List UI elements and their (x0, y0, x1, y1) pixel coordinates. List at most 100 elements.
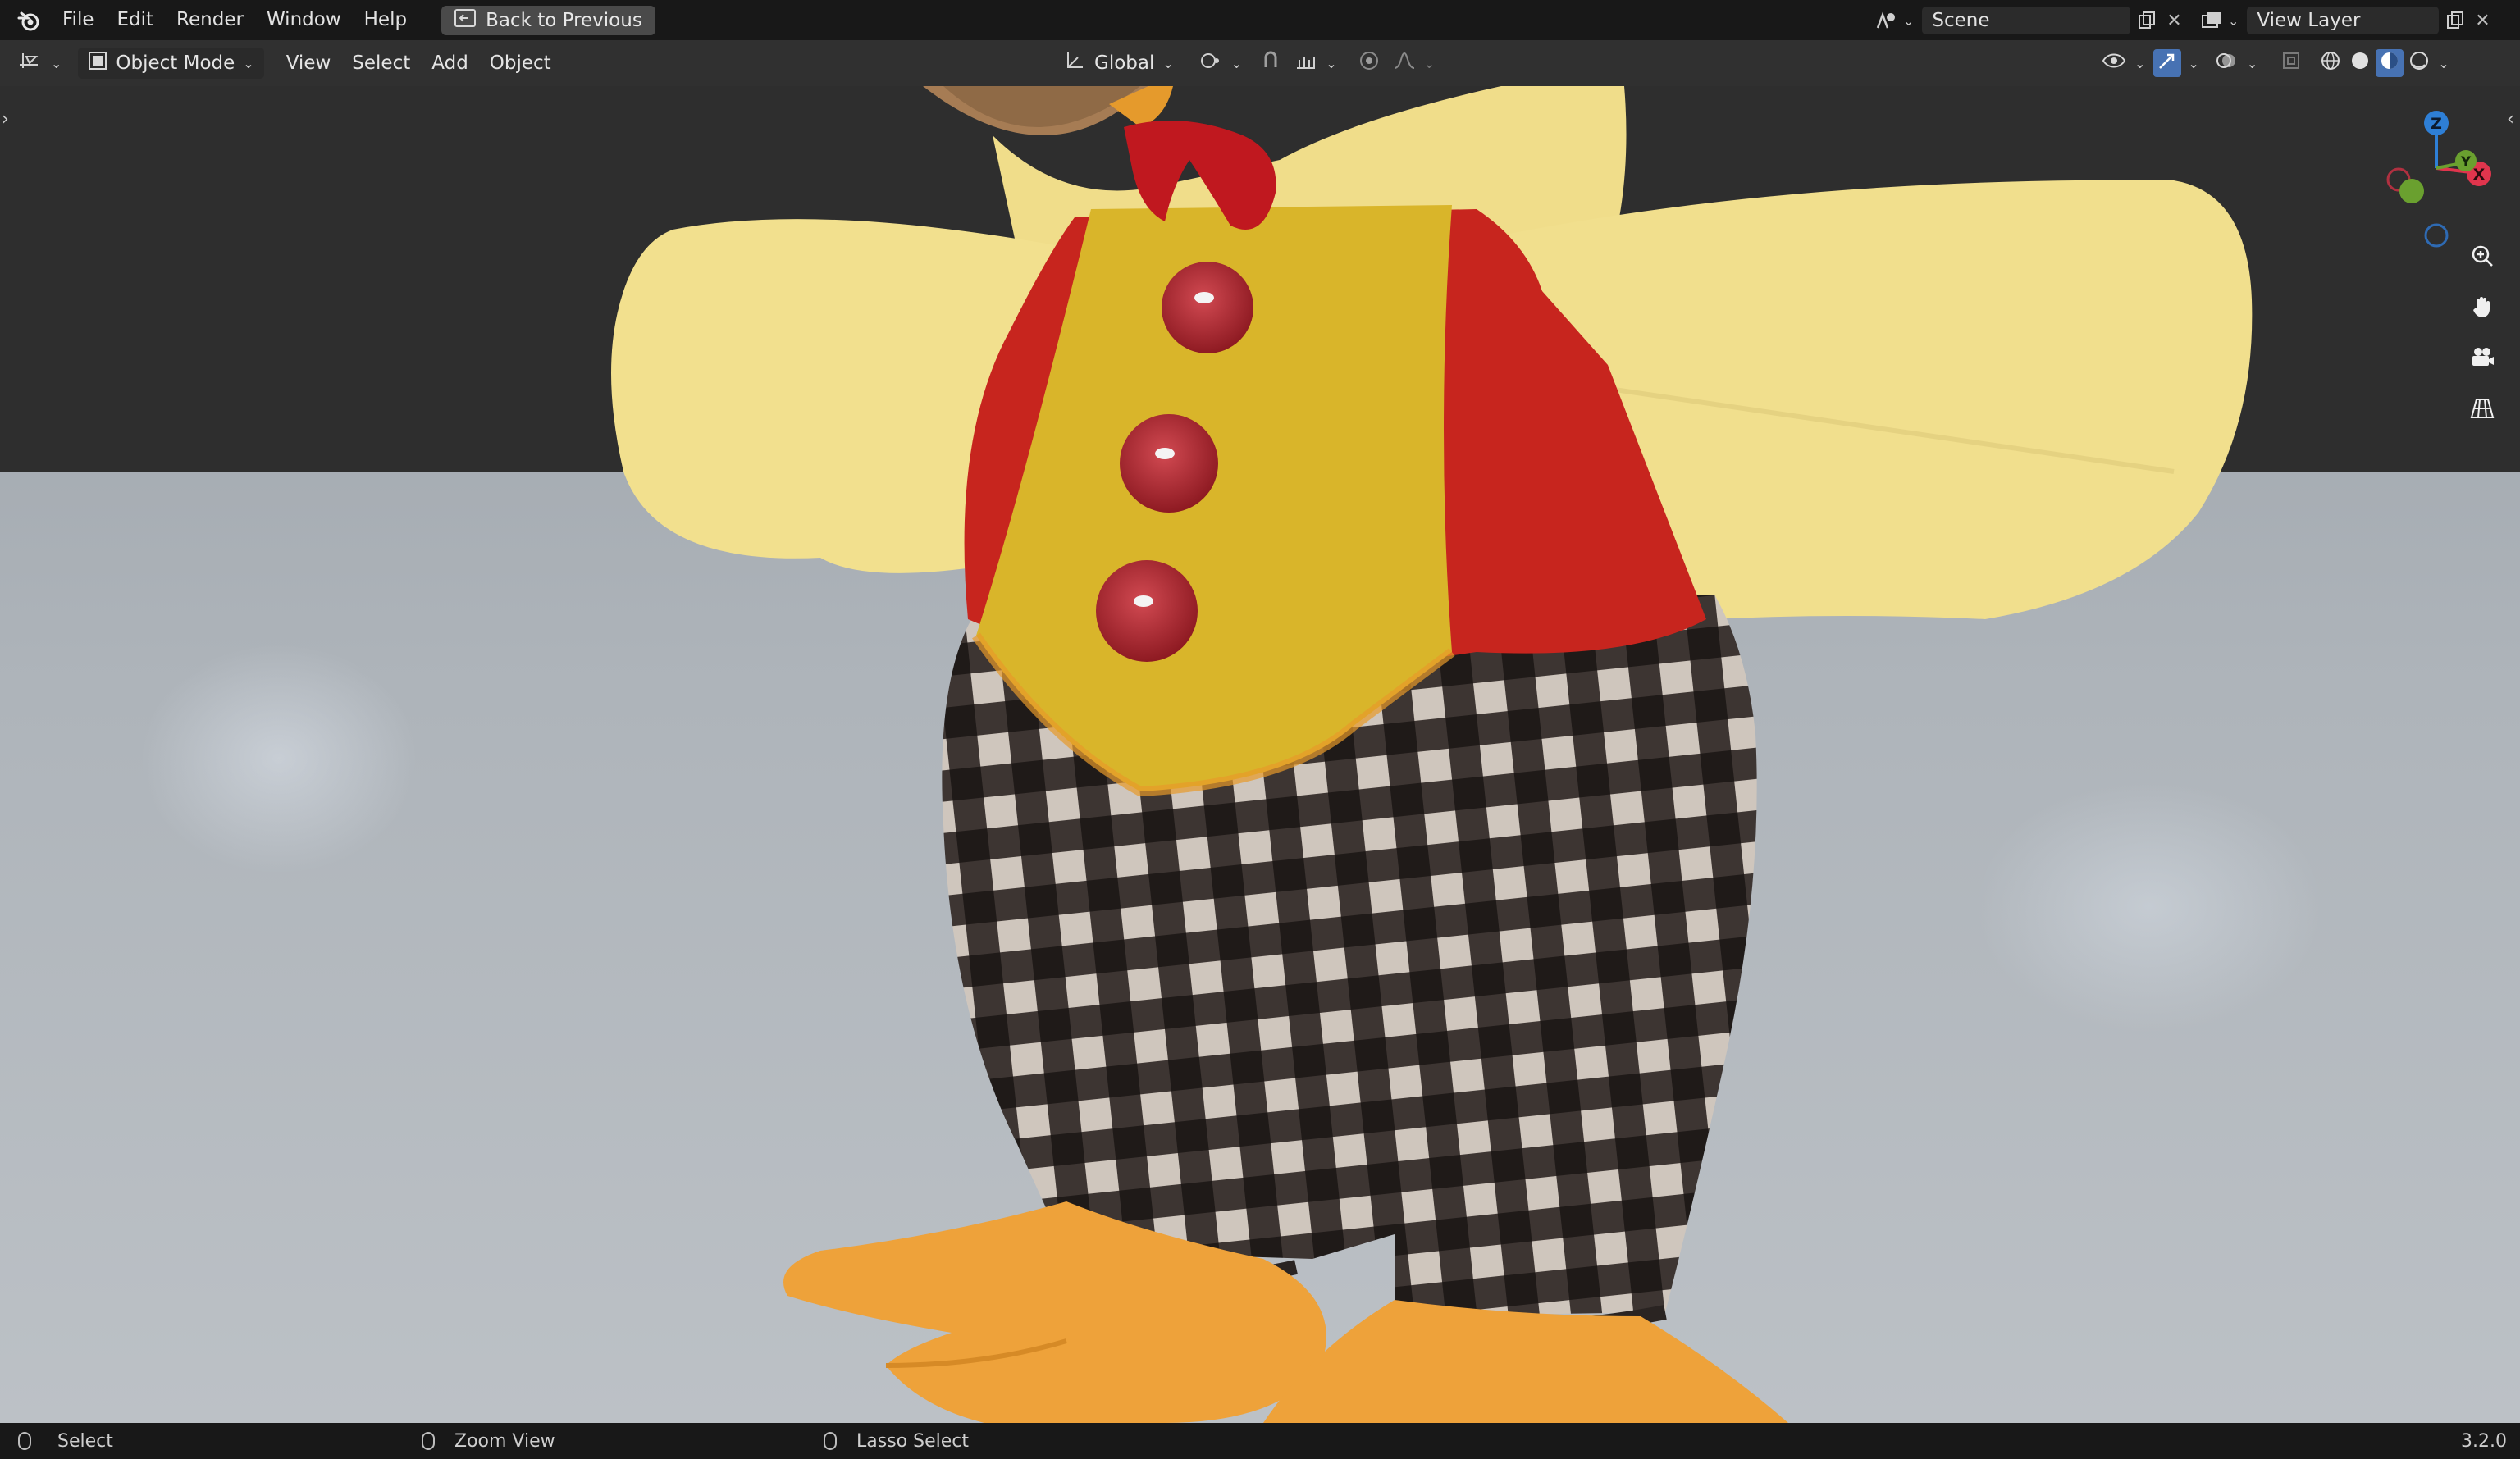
viewport-header: ⌄ Object Mode ⌄ View Select Add Object G… (0, 40, 2520, 86)
z-axis-label: Z (2431, 115, 2442, 133)
chevron-down-icon: ⌄ (2134, 55, 2146, 71)
object-mode-icon (88, 51, 107, 75)
falloff-dropdown[interactable]: ⌄ (1388, 48, 1440, 79)
menu-edit[interactable]: Edit (106, 0, 166, 40)
xray-toggle[interactable] (2277, 49, 2305, 77)
pan-button[interactable] (2463, 290, 2502, 329)
hand-icon (2470, 294, 2495, 325)
wireframe-shading-icon (2320, 50, 2341, 76)
blender-logo-icon[interactable] (15, 7, 43, 34)
zoom-icon (2470, 244, 2495, 274)
chevron-down-icon: ⌄ (1230, 55, 1243, 71)
status-bar: Select Zoom View Lasso Select 3.2.0 (0, 1423, 2520, 1459)
rendered-shading-icon (2408, 50, 2430, 76)
snap-icon (1259, 49, 1282, 77)
menu-window[interactable]: Window (255, 0, 353, 40)
transform-icon (1063, 49, 1086, 77)
neg-z-axis-handle (2424, 223, 2449, 248)
overlay-toggle[interactable] (2212, 49, 2240, 77)
new-view-layer-icon[interactable] (2439, 7, 2472, 34)
header-menu-object[interactable]: Object (479, 52, 562, 74)
chevron-down-icon: ⌄ (1326, 55, 1337, 71)
navigation-gizmo[interactable]: Z X Y (2371, 101, 2510, 248)
chevron-down-icon: ⌄ (51, 55, 62, 71)
scene-name-field[interactable]: Scene (1922, 7, 2131, 34)
chevron-down-icon[interactable]: ⌄ (2438, 56, 2449, 71)
delete-scene-icon[interactable]: ✕ (2163, 7, 2184, 34)
mouse-right-icon (824, 1432, 837, 1450)
snap-target-icon (1294, 50, 1317, 76)
pivot-point-dropdown[interactable]: ⌄ (1189, 48, 1252, 79)
chevron-down-icon[interactable]: ⌄ (2188, 56, 2198, 71)
grid-icon (2470, 396, 2495, 426)
status-zoom-hint: Zoom View (422, 1431, 555, 1452)
shading-modes: ⌄ (2317, 49, 2449, 77)
top-menu-bar: File Edit Render Window Help Back to Pre… (0, 0, 2520, 40)
camera-icon (2469, 345, 2495, 376)
transform-orientation-dropdown[interactable]: Global ⌄ (1053, 48, 1184, 79)
header-menu-select[interactable]: Select (341, 52, 421, 74)
scene-selector: ⌄ Scene ✕ (1870, 6, 2184, 35)
scene-type-icon[interactable] (1870, 7, 1903, 34)
character-render (611, 86, 2253, 1423)
chevron-down-icon: ⌄ (243, 55, 254, 71)
header-menu-view[interactable]: View (276, 52, 342, 74)
wireframe-shading-button[interactable] (2317, 49, 2344, 77)
mouse-middle-icon (422, 1432, 435, 1450)
scene-name-label: Scene (1932, 10, 1990, 31)
visibility-icon (2102, 51, 2126, 75)
transform-tools: Global ⌄ ⌄ ⌄ ⌄ (1053, 48, 1440, 79)
proportional-icon (1358, 50, 1380, 76)
3d-viewport[interactable]: › ‹ Z X Y (0, 86, 2520, 1423)
version-label: 3.2.0 (2461, 1430, 2507, 1452)
toolbar-expand-icon[interactable]: › (2, 109, 9, 130)
rendered-shading-button[interactable] (2405, 49, 2433, 77)
view-layer-selector: ⌄ View Layer ✕ (2195, 6, 2493, 35)
solid-shading-icon (2349, 50, 2371, 76)
view-options: ⌄ ⌄ ⌄ ⌄ (2097, 48, 2449, 79)
pivot-icon (1198, 49, 1223, 77)
new-scene-icon[interactable] (2130, 7, 2163, 34)
material-shading-icon (2379, 50, 2400, 76)
camera-view-button[interactable] (2463, 340, 2502, 380)
back-to-previous-button[interactable]: Back to Previous (441, 5, 655, 35)
visibility-dropdown[interactable]: ⌄ (2097, 48, 2150, 79)
chevron-down-icon: ⌄ (1903, 12, 1915, 29)
snap-target-dropdown[interactable]: ⌄ (1290, 48, 1341, 79)
view-layer-label: View Layer (2257, 10, 2361, 31)
menu-help[interactable]: Help (353, 0, 418, 40)
editor-type-button[interactable]: ⌄ (8, 48, 71, 79)
transform-orientation-label: Global (1094, 52, 1155, 74)
menu-render[interactable]: Render (165, 0, 255, 40)
back-icon (454, 8, 477, 32)
view-layer-type-icon[interactable] (2195, 7, 2228, 34)
chevron-down-icon: ⌄ (1423, 55, 1435, 71)
falloff-icon (1393, 50, 1416, 76)
delete-view-layer-icon[interactable]: ✕ (2472, 7, 2493, 34)
editor-type-icon (18, 50, 43, 76)
material-shading-button[interactable] (2376, 49, 2404, 77)
menu-file[interactable]: File (51, 0, 106, 40)
chevron-down-icon: ⌄ (2228, 12, 2239, 29)
proportional-editing-toggle[interactable] (1355, 49, 1383, 77)
y-axis-label: Y (2460, 154, 2472, 171)
x-axis-label: X (2473, 166, 2486, 184)
solid-shading-button[interactable] (2346, 49, 2374, 77)
chevron-down-icon[interactable]: ⌄ (2247, 56, 2258, 71)
view-layer-field[interactable]: View Layer (2247, 7, 2440, 34)
snap-toggle[interactable] (1257, 49, 1285, 77)
xray-icon (2281, 51, 2301, 75)
status-select-label: Select (57, 1430, 113, 1452)
gizmo-icon (2157, 50, 2178, 76)
status-select-hint: Select (18, 1431, 113, 1452)
back-to-previous-label: Back to Previous (486, 9, 642, 31)
zoom-button[interactable] (2463, 239, 2502, 278)
status-lasso-hint: Lasso Select (824, 1431, 969, 1452)
perspective-toggle-button[interactable] (2463, 391, 2502, 431)
mode-dropdown[interactable]: Object Mode ⌄ (78, 48, 264, 79)
neg-y-axis-handle (2399, 179, 2424, 203)
mouse-left-icon (18, 1432, 31, 1450)
status-zoom-label: Zoom View (454, 1430, 555, 1452)
gizmo-toggle[interactable] (2153, 49, 2182, 77)
header-menu-add[interactable]: Add (421, 52, 479, 74)
